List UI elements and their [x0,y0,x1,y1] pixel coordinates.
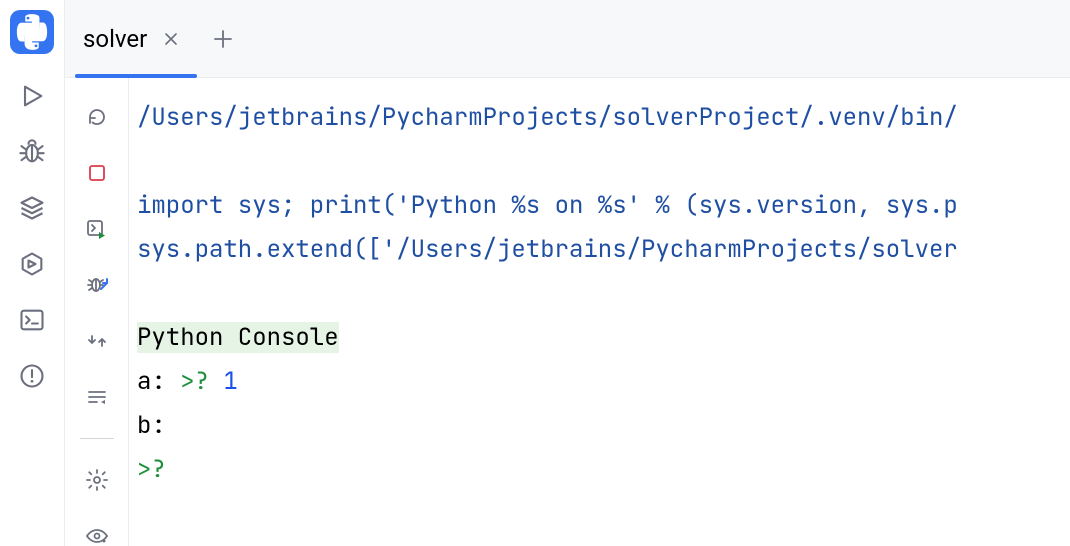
current-prompt: >? [137,454,166,485]
tab-solver[interactable]: solver [83,0,179,78]
bug-icon[interactable] [18,138,46,166]
close-icon[interactable] [163,31,179,47]
import-line: import sys; print('Python %s on %s' % (s… [137,190,958,221]
show-variables-icon[interactable] [82,521,112,546]
terminal-icon[interactable] [18,306,46,334]
soft-wrap-icon[interactable] [82,382,112,412]
console-output[interactable]: /Users/jetbrains/PycharmProjects/solverP… [129,78,1070,546]
stop-icon[interactable] [82,158,112,188]
tab-bar: solver [65,0,1070,78]
syspath-line: sys.path.extend(['/Users/jetbrains/Pycha… [137,234,958,265]
python-logo[interactable] [10,10,54,54]
prompt-b-label: b: [137,410,180,441]
packages-icon[interactable] [18,194,46,222]
run-icon[interactable] [18,82,46,110]
input-marker: >? [180,366,223,397]
problems-icon[interactable] [18,362,46,390]
prompt-a-label: a: [137,366,180,397]
prompt-a-value: 1 [223,366,237,397]
left-tool-rail [0,0,64,546]
history-icon[interactable] [82,326,112,356]
add-tab-icon[interactable] [211,27,235,51]
console-banner: Python Console [137,322,339,353]
console-toolbar [65,78,129,546]
interpreter-path: /Users/jetbrains/PycharmProjects/solverP… [137,102,958,133]
services-icon[interactable] [18,250,46,278]
separator [80,438,114,439]
main-panel: solver [64,0,1070,546]
attach-debugger-icon[interactable] [82,270,112,300]
rerun-icon[interactable] [82,102,112,132]
execute-selection-icon[interactable] [82,214,112,244]
settings-icon[interactable] [82,465,112,495]
tab-label: solver [83,25,147,53]
